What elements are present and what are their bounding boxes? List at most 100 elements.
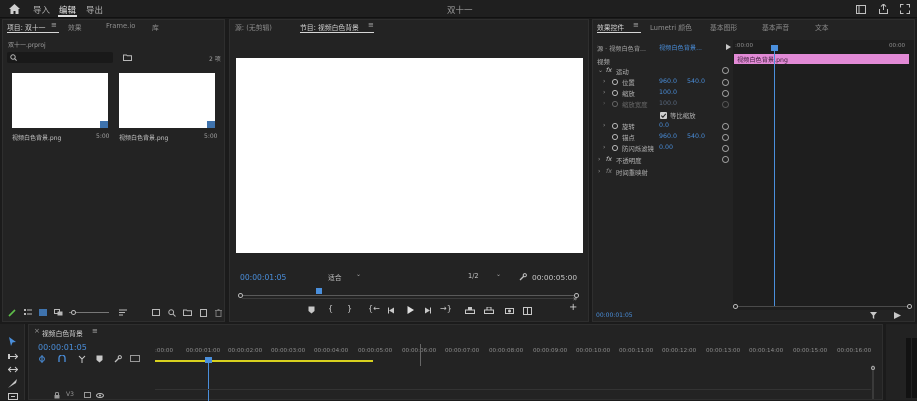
play-icon[interactable] [405,305,415,315]
track-select-tool-icon[interactable] [7,351,18,361]
find-icon[interactable] [167,308,176,317]
new-bin-icon[interactable] [183,308,192,317]
mark-in-icon[interactable]: { [328,304,333,313]
expand-chevron-icon[interactable]: › [598,156,600,163]
expand-icon[interactable]: » [573,295,577,303]
timeline-ruler[interactable]: :00:00 00:00:01:00 00:00:02:00 00:00:03:… [155,341,881,366]
toggle-animation-icon[interactable] [893,311,901,319]
linked-selection-icon[interactable] [57,354,66,363]
sync-lock-icon[interactable] [83,391,91,399]
source-clip-label[interactable]: 源 · 视频白色背... [597,44,646,53]
playhead-marker[interactable] [316,288,322,294]
lift-icon[interactable] [465,306,475,315]
tab-frameio[interactable]: Frame.io [106,22,135,30]
step-back-icon[interactable] [387,306,396,315]
go-to-in-icon[interactable]: {← [368,304,380,313]
playhead-timecode[interactable]: 00:00:01:05 [240,273,286,282]
menu-import[interactable]: 导入 [33,4,50,16]
expand-chevron-icon[interactable]: › [598,168,600,175]
close-tab-icon[interactable]: × [34,327,40,335]
trash-icon[interactable] [214,308,223,317]
stopwatch-icon[interactable] [612,79,618,85]
property-value-x[interactable]: 960.0 [659,133,677,140]
captions-icon[interactable] [130,354,140,363]
filter-icon[interactable] [869,311,877,319]
stopwatch-icon[interactable] [612,90,618,96]
workspace-icon[interactable] [855,3,867,15]
snap-icon[interactable] [37,354,46,363]
property-value-y[interactable]: 540.0 [687,78,705,85]
razor-tool-icon[interactable] [7,378,18,388]
mini-playhead-marker[interactable] [771,45,778,51]
zoom-bar[interactable] [242,298,576,299]
zoom-slider-handle[interactable] [71,310,76,315]
reset-icon[interactable] [722,156,729,163]
stopwatch-icon[interactable] [612,145,618,151]
tab-program[interactable]: 节目: 视频白色背景 [300,22,359,32]
step-forward-icon[interactable] [423,306,432,315]
panel-menu-icon[interactable]: ≡ [633,21,639,29]
share-icon[interactable] [877,3,889,15]
mini-scroll-end[interactable] [907,304,912,309]
stopwatch-icon[interactable] [612,134,618,140]
eye-icon[interactable] [96,391,104,399]
menu-export[interactable]: 导出 [86,4,103,16]
fit-dropdown[interactable]: 适合 ⌄ [326,271,370,282]
new-item-icon[interactable] [199,308,208,317]
thumbnail-image[interactable] [119,73,215,128]
reset-icon[interactable] [722,67,729,74]
expand-chevron-icon[interactable]: › [603,144,605,151]
expand-chevron-icon[interactable]: › [603,89,605,96]
marker-icon[interactable] [306,305,316,315]
clip-selector[interactable]: 视频白色背景... [656,42,722,52]
add-marker-icon[interactable] [95,354,104,363]
reset-icon[interactable] [722,79,729,86]
effect-timecode[interactable]: 00:00:01:05 [596,312,633,319]
multi-camera-icon[interactable] [522,306,532,315]
work-area-bar[interactable] [155,360,373,362]
ripple-edit-tool-icon[interactable] [7,364,18,374]
reset-icon[interactable] [722,134,729,141]
collapse-chevron-icon[interactable]: ⌄ [598,67,603,74]
tab-lumetri-color[interactable]: Lumetri 颜色 [650,22,692,32]
pencil-icon[interactable] [7,308,16,317]
tab-text[interactable]: 文本 [815,22,829,32]
tab-essential-graphics[interactable]: 基本图形 [710,22,737,32]
folder-icon[interactable] [122,53,132,62]
panel-menu-icon[interactable]: ≡ [51,21,57,29]
mini-scrollbar[interactable] [736,306,910,307]
item-name[interactable]: 视频白色背景.png [12,133,61,142]
tab-sequence[interactable]: 视频白色背景 [42,328,83,338]
effect-mini-timeline[interactable]: :00:00 00:00 视频白色背景.png [733,40,914,320]
property-value[interactable]: 0.0 [659,122,669,129]
tab-source[interactable]: 源: (无剪辑) [235,22,272,32]
mini-scroll-start[interactable] [733,304,738,309]
scroll-handle-top[interactable] [871,366,875,370]
play-only-audio-icon[interactable] [724,43,732,51]
search-input[interactable] [7,52,113,63]
camera-icon[interactable] [504,306,514,315]
thumbnail-image[interactable] [12,73,108,128]
reset-icon[interactable] [722,123,729,130]
reset-icon[interactable] [722,145,729,152]
zoom-slider[interactable] [69,310,109,315]
sort-icon[interactable] [118,308,127,317]
stopwatch-icon[interactable] [612,123,618,129]
fullscreen-icon[interactable] [899,3,911,15]
automate-icon[interactable] [151,308,160,317]
icon-view-icon[interactable] [38,308,47,317]
property-value-y[interactable]: 540.0 [687,133,705,140]
list-view-icon[interactable] [23,308,32,317]
scrub-bar[interactable] [240,295,576,296]
timeline-timecode[interactable]: 00:00:01:05 [38,343,87,352]
tab-essential-sound[interactable]: 基本声音 [762,22,789,32]
tab-project[interactable]: 项目: 双十一 [7,22,45,32]
tab-effect-controls[interactable]: 效果控件 [597,22,624,32]
panel-menu-icon[interactable]: ≡ [92,327,98,335]
freeform-view-icon[interactable] [54,308,63,317]
resolution-dropdown[interactable]: 1/2 ⌄ [466,271,510,281]
add-button-icon[interactable]: + [569,302,577,313]
tab-library[interactable]: 库 [152,22,159,32]
nest-icon[interactable] [77,354,86,363]
lock-icon[interactable] [53,391,61,399]
